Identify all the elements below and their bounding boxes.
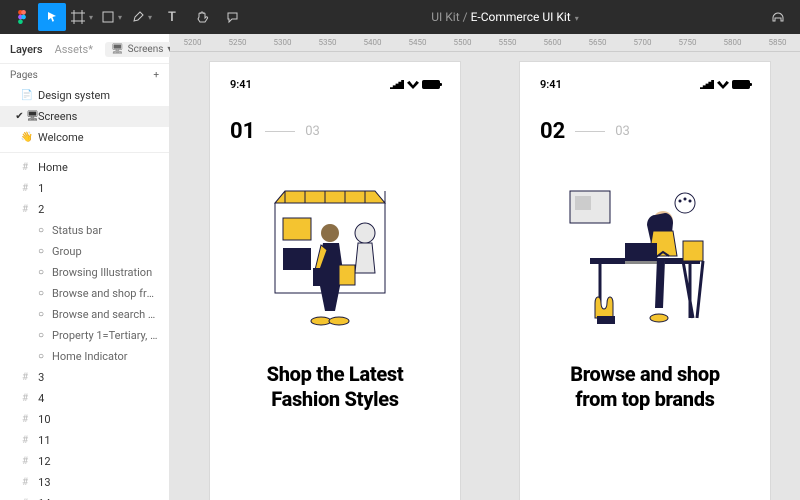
- frame-item[interactable]: 2: [0, 199, 169, 220]
- frame-item[interactable]: 12: [0, 451, 169, 472]
- document-title[interactable]: UI Kit / E-Commerce UI Kit▾: [248, 10, 762, 24]
- shape-tool-button[interactable]: ▾: [98, 3, 126, 31]
- artboard-heading: Shop the LatestFashion Styles: [230, 362, 440, 412]
- canvas[interactable]: 5200525053005350540054505500555056005650…: [170, 34, 800, 500]
- hand-tool-button[interactable]: [188, 3, 216, 31]
- frame-item[interactable]: 10: [0, 409, 169, 430]
- frame-item[interactable]: 4: [0, 388, 169, 409]
- add-page-button[interactable]: +: [153, 70, 159, 81]
- pen-tool-button[interactable]: ▾: [128, 3, 156, 31]
- frame-item[interactable]: 13: [0, 472, 169, 493]
- page-item[interactable]: 👋Welcome: [0, 127, 169, 148]
- figma-menu-button[interactable]: [8, 3, 36, 31]
- top-toolbar: ▾ ▾ ▾ T UI Kit / E-Commerce UI Kit▾: [0, 0, 800, 34]
- frame-tool-button[interactable]: ▾: [68, 3, 96, 31]
- frame-item[interactable]: 11: [0, 430, 169, 451]
- frame-item[interactable]: 1: [0, 178, 169, 199]
- pager: 0103: [230, 119, 440, 144]
- status-bar: 9:41: [540, 78, 750, 91]
- layer-item[interactable]: ○Group: [0, 241, 169, 262]
- frame-item[interactable]: Home: [0, 157, 169, 178]
- illustration: [230, 168, 440, 338]
- screens-dropdown[interactable]: 🖥 Screens ▾: [105, 42, 179, 57]
- layer-item[interactable]: ○Browsing Illustration: [0, 262, 169, 283]
- frame-item[interactable]: 14: [0, 493, 169, 500]
- pager: 0203: [540, 119, 750, 144]
- comment-tool-button[interactable]: [218, 3, 246, 31]
- layer-item[interactable]: ○Status bar: [0, 220, 169, 241]
- artboard[interactable]: 9:41 0103 Shop the LatestFashion Styles: [210, 62, 460, 500]
- layer-item[interactable]: ○Browse and search your new ...: [0, 304, 169, 325]
- assets-tab[interactable]: Assets*: [55, 43, 93, 56]
- layers-tab[interactable]: Layers: [10, 43, 43, 56]
- move-tool-button[interactable]: [38, 3, 66, 31]
- artboard-heading: Browse and shopfrom top brands: [540, 362, 750, 412]
- layer-item[interactable]: ○Property 1=Tertiary, Property ...: [0, 325, 169, 346]
- layer-item[interactable]: ○Browse and shop from top bra...: [0, 283, 169, 304]
- frame-item[interactable]: 3: [0, 367, 169, 388]
- pages-header: Pages +: [0, 64, 169, 85]
- headphones-icon[interactable]: [764, 3, 792, 31]
- left-sidebar: Layers Assets* 🖥 Screens ▾ Pages + 📄Desi…: [0, 34, 170, 500]
- artboard[interactable]: 9:41 0203 Browse and shopfrom top brands: [520, 62, 770, 500]
- page-item[interactable]: 📄Design system: [0, 85, 169, 106]
- horizontal-ruler: 5200525053005350540054505500555056005650…: [170, 34, 800, 52]
- page-item[interactable]: ✔ 🖥Screens: [0, 106, 169, 127]
- illustration: [540, 168, 750, 338]
- status-bar: 9:41: [230, 78, 440, 91]
- text-tool-button[interactable]: T: [158, 3, 186, 31]
- layer-item[interactable]: ○Home Indicator: [0, 346, 169, 367]
